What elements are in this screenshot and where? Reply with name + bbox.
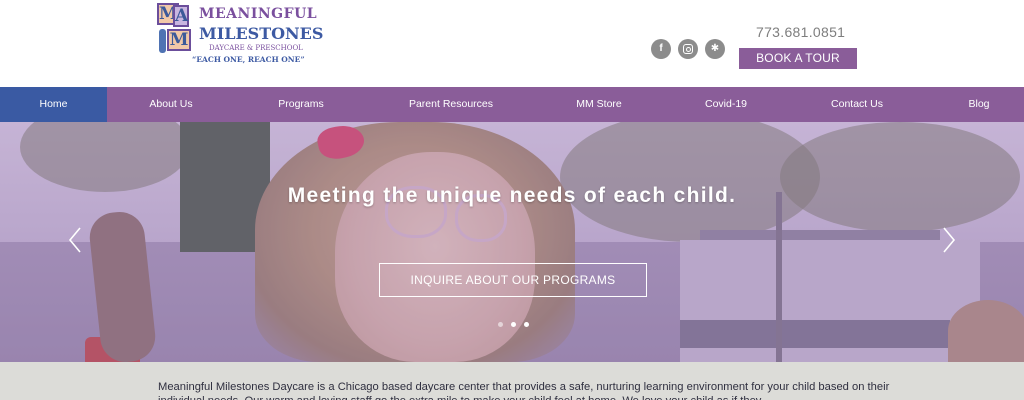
instagram-icon[interactable] xyxy=(678,39,698,59)
hero-title: Meeting the unique needs of each child. xyxy=(287,184,737,207)
intro-text: Meaningful Milestones Daycare is a Chica… xyxy=(158,381,890,400)
main-nav: Home About Us Programs Parent Resources … xyxy=(0,87,1024,122)
nav-item-programs[interactable]: Programs xyxy=(261,87,341,122)
slider-dot[interactable] xyxy=(498,322,503,327)
nav-item-contact-us[interactable]: Contact Us xyxy=(817,87,897,122)
facebook-icon[interactable]: f xyxy=(651,39,671,59)
site-header: M A M MEANINGFUL MILESTONES DAYCARE & PR… xyxy=(0,0,1024,87)
slider-dot[interactable] xyxy=(524,322,529,327)
nav-item-home[interactable]: Home xyxy=(0,87,107,122)
hero-slider: Meeting the unique needs of each child. … xyxy=(0,122,1024,362)
nav-item-parent-resources[interactable]: Parent Resources xyxy=(394,87,508,122)
nav-item-about-us[interactable]: About Us xyxy=(131,87,211,122)
logo-block: M xyxy=(167,29,191,51)
nav-item-blog[interactable]: Blog xyxy=(951,87,1007,122)
logo-block: A xyxy=(173,5,189,27)
slider-prev-icon[interactable] xyxy=(68,226,82,254)
intro-section: Meaningful Milestones Daycare is a Chica… xyxy=(0,362,1024,400)
site-logo[interactable]: M A M MEANINGFUL MILESTONES DAYCARE & PR… xyxy=(155,2,323,68)
logo-figure-icon xyxy=(159,29,166,53)
phone-number[interactable]: 773.681.0851 xyxy=(756,24,845,40)
yelp-icon[interactable]: ✱ xyxy=(705,39,725,59)
logo-title-line1: MEANINGFUL xyxy=(199,6,318,22)
book-a-tour-button[interactable]: BOOK A TOUR xyxy=(739,48,857,69)
logo-title-line2: MILESTONES xyxy=(199,24,324,43)
nav-item-covid-19[interactable]: Covid-19 xyxy=(686,87,766,122)
slider-dot[interactable] xyxy=(511,322,516,327)
logo-blocks-icon: M A M xyxy=(155,2,195,54)
instagram-lens xyxy=(685,46,691,52)
inquire-programs-button[interactable]: INQUIRE ABOUT OUR PROGRAMS xyxy=(379,263,647,297)
logo-subtitle: DAYCARE & PRESCHOOL xyxy=(209,44,303,52)
nav-item-mm-store[interactable]: MM Store xyxy=(559,87,639,122)
slider-next-icon[interactable] xyxy=(942,226,956,254)
logo-tagline: “EACH ONE, REACH ONE” xyxy=(192,55,305,64)
